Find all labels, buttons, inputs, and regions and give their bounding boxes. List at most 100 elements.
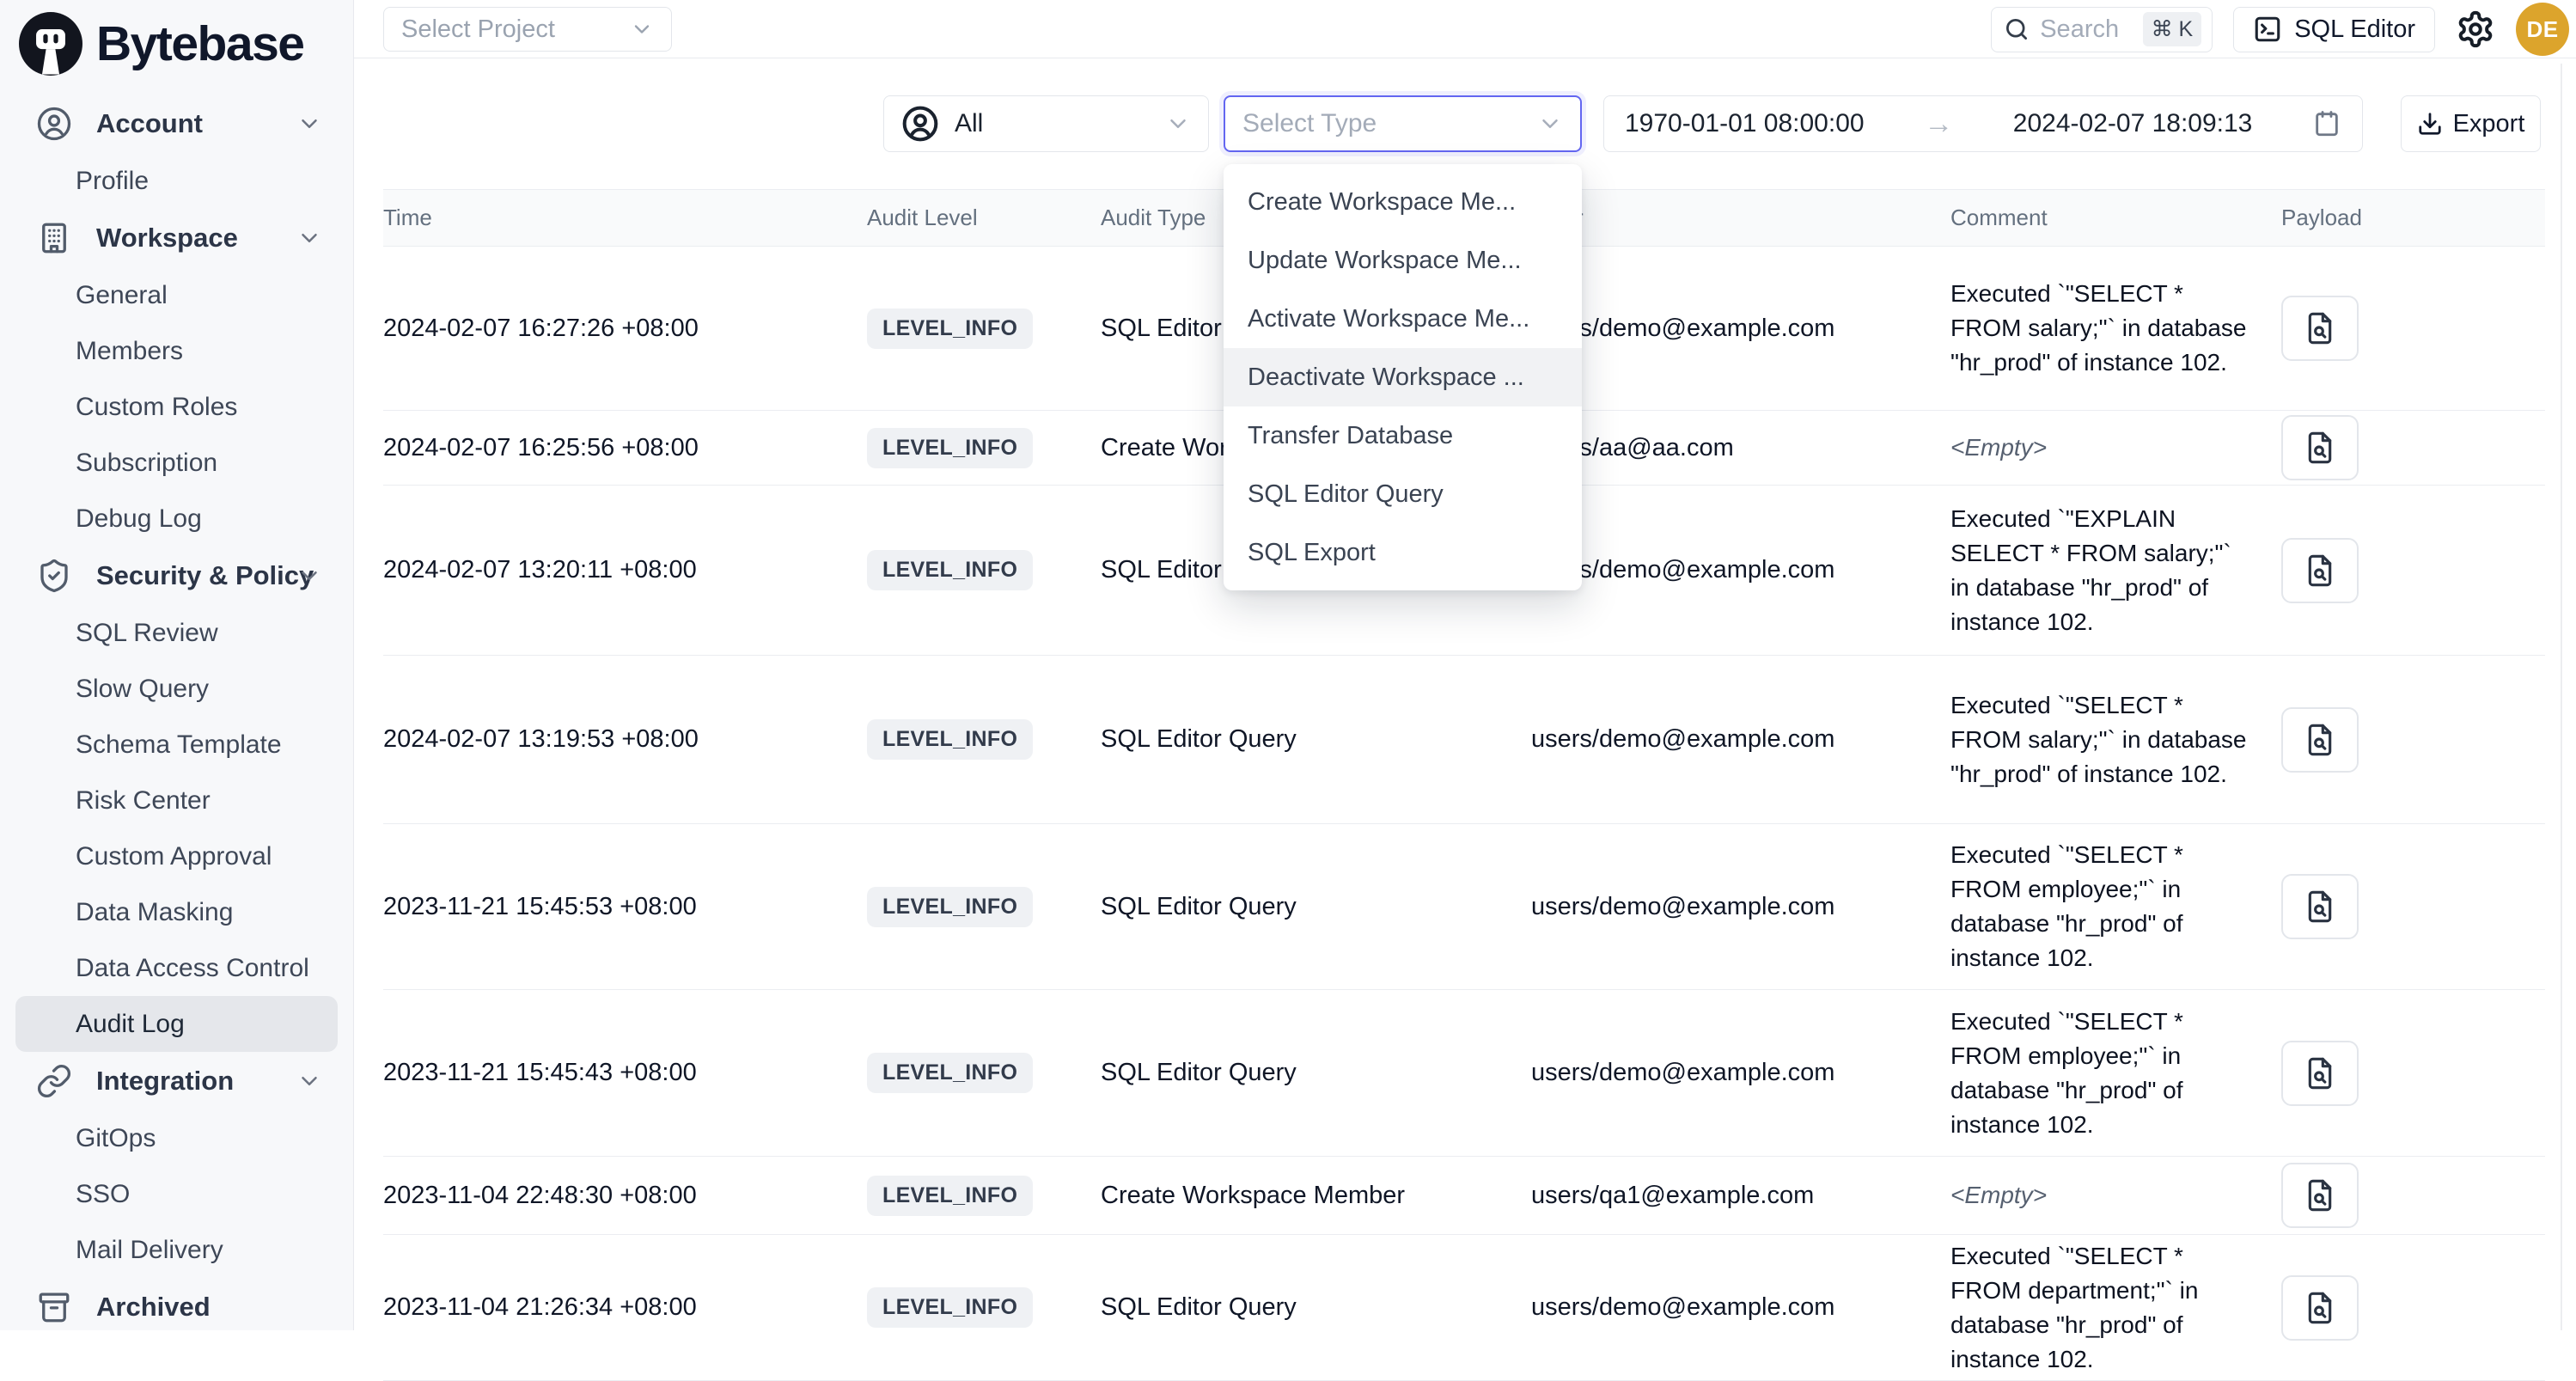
sidebar-item-general[interactable]: General — [0, 267, 353, 323]
cell-time: 2023-11-21 15:45:53 +08:00 — [383, 893, 867, 921]
payload-view-button[interactable] — [2281, 1163, 2359, 1228]
cell-comment: <Empty> — [1950, 431, 2247, 465]
search-placeholder: Search — [2040, 15, 2132, 44]
cell-time: 2024-02-07 13:19:53 +08:00 — [383, 725, 867, 754]
payload-view-button[interactable] — [2281, 707, 2359, 773]
sidebar-section-integration[interactable]: Integration — [0, 1052, 353, 1110]
sidebar-section-archived[interactable]: Archived — [0, 1278, 353, 1336]
column-header-audit-level: Audit Level — [867, 205, 1101, 231]
sidebar-item-slow-query[interactable]: Slow Query — [0, 661, 353, 717]
avatar[interactable]: DE — [2516, 3, 2569, 56]
file-search-icon — [2303, 309, 2337, 347]
cell-audit-type: Create Workspace Member — [1101, 1182, 1531, 1210]
actor-filter-dropdown[interactable]: All — [883, 95, 1209, 152]
search-input[interactable]: Search ⌘ K — [1991, 7, 2213, 52]
sidebar-item-profile[interactable]: Profile — [0, 153, 353, 209]
cell-payload — [2281, 707, 2545, 773]
sidebar-item-custom-roles[interactable]: Custom Roles — [0, 379, 353, 435]
payload-view-button[interactable] — [2281, 874, 2359, 939]
chevron-down-icon — [296, 563, 322, 589]
cell-audit-type: SQL Editor Query — [1101, 893, 1531, 921]
sidebar-section-workspace[interactable]: Workspace — [0, 209, 353, 267]
cell-payload — [2281, 415, 2545, 480]
payload-view-button[interactable] — [2281, 1041, 2359, 1106]
gear-icon[interactable] — [2456, 9, 2495, 49]
cell-comment: Executed `"SELECT * FROM employee;"` in … — [1950, 838, 2247, 975]
chevron-down-icon — [1537, 111, 1563, 137]
file-search-icon — [2303, 888, 2337, 926]
column-header-comment: Comment — [1950, 205, 2281, 231]
level-badge: LEVEL_INFO — [867, 887, 1033, 927]
level-badge: LEVEL_INFO — [867, 1176, 1033, 1216]
sidebar-section: Account Profile — [0, 95, 353, 209]
payload-view-button[interactable] — [2281, 538, 2359, 603]
type-menu-item[interactable]: Activate Workspace Me... — [1224, 290, 1582, 348]
sidebar-item-subscription[interactable]: Subscription — [0, 435, 353, 491]
payload-view-button[interactable] — [2281, 1275, 2359, 1341]
type-menu-item[interactable]: SQL Export — [1224, 523, 1582, 582]
file-search-icon — [2303, 552, 2337, 590]
sidebar-section: Integration GitOpsSSOMail Delivery — [0, 1052, 353, 1278]
section-label: Integration — [96, 1066, 234, 1097]
payload-view-button[interactable] — [2281, 296, 2359, 361]
sidebar-item-schema-template[interactable]: Schema Template — [0, 717, 353, 773]
sidebar-item-mail-delivery[interactable]: Mail Delivery — [0, 1222, 353, 1278]
sidebar-item-sql-review[interactable]: SQL Review — [0, 605, 353, 661]
sidebar-item-data-masking[interactable]: Data Masking — [0, 884, 353, 940]
cell-audit-level: LEVEL_INFO — [867, 550, 1101, 590]
section-label: Archived — [96, 1292, 211, 1323]
payload-view-button[interactable] — [2281, 415, 2359, 480]
select-project-label: Select Project — [401, 15, 555, 44]
filter-bar: All Select Type 1970-01-01 08:00:00 → 20… — [354, 95, 2576, 152]
cell-actor: users/demo@example.com — [1531, 315, 1950, 343]
sidebar-item-gitops[interactable]: GitOps — [0, 1110, 353, 1166]
cell-audit-level: LEVEL_INFO — [867, 309, 1101, 349]
cell-audit-type: SQL Editor Query — [1101, 725, 1531, 754]
type-menu-item[interactable]: Update Workspace Me... — [1224, 231, 1582, 290]
type-filter-menu: Create Workspace Me... Update Workspace … — [1224, 164, 1582, 590]
type-menu-item[interactable]: SQL Editor Query — [1224, 465, 1582, 523]
scrollbar-track[interactable] — [2561, 64, 2562, 1330]
column-header-time: Time — [383, 205, 867, 231]
type-filter-dropdown[interactable]: Select Type — [1224, 95, 1582, 152]
type-menu-item[interactable]: Deactivate Workspace ... — [1224, 348, 1582, 406]
sidebar-section-security-policy[interactable]: Security & Policy — [0, 547, 353, 605]
sidebar-item-custom-approval[interactable]: Custom Approval — [0, 828, 353, 884]
cell-actor: users/demo@example.com — [1531, 725, 1950, 754]
cell-payload — [2281, 1163, 2545, 1228]
table-row: 2023-11-04 21:26:34 +08:00 LEVEL_INFO SQ… — [383, 1235, 2545, 1381]
cell-comment: Executed `"SELECT * FROM salary;"` in da… — [1950, 688, 2247, 791]
file-search-icon — [2303, 1176, 2337, 1214]
terminal-square-icon — [2253, 15, 2282, 44]
cell-time: 2023-11-04 21:26:34 +08:00 — [383, 1293, 867, 1322]
chevron-down-icon — [296, 1068, 322, 1094]
actor-filter-value: All — [955, 109, 1165, 138]
sql-editor-button[interactable]: SQL Editor — [2233, 7, 2435, 52]
sidebar-item-sso[interactable]: SSO — [0, 1166, 353, 1222]
table-row: 2024-02-07 13:19:53 +08:00 LEVEL_INFO SQ… — [383, 656, 2545, 824]
bytebase-logo[interactable]: Bytebase — [0, 0, 353, 76]
cell-comment: Executed `"SELECT * FROM salary;"` in da… — [1950, 277, 2247, 380]
export-button[interactable]: Export — [2401, 95, 2541, 152]
sidebar-item-debug-log[interactable]: Debug Log — [0, 491, 353, 547]
sidebar-item-members[interactable]: Members — [0, 323, 353, 379]
level-badge: LEVEL_INFO — [867, 719, 1033, 760]
sidebar-item-audit-log[interactable]: Audit Log — [15, 996, 338, 1052]
user-circle-icon — [36, 106, 72, 142]
section-label: Security & Policy — [96, 560, 314, 591]
type-menu-item[interactable]: Create Workspace Me... — [1224, 173, 1582, 231]
cell-time: 2023-11-04 22:48:30 +08:00 — [383, 1182, 867, 1210]
sidebar-section-account[interactable]: Account — [0, 95, 353, 153]
download-icon — [2417, 111, 2443, 137]
select-project-dropdown[interactable]: Select Project — [383, 7, 672, 52]
file-search-icon — [2303, 1054, 2337, 1092]
user-circle-icon — [901, 105, 939, 143]
sidebar-item-risk-center[interactable]: Risk Center — [0, 773, 353, 828]
sql-editor-label: SQL Editor — [2294, 15, 2415, 44]
type-menu-item[interactable]: Transfer Database — [1224, 406, 1582, 465]
date-range-picker[interactable]: 1970-01-01 08:00:00 → 2024-02-07 18:09:1… — [1603, 95, 2363, 152]
cell-payload — [2281, 538, 2545, 603]
column-header-actor: Actor — [1531, 205, 1950, 231]
sidebar-section: Security & Policy SQL ReviewSlow QuerySc… — [0, 547, 353, 1052]
sidebar-item-data-access-control[interactable]: Data Access Control — [0, 940, 353, 996]
